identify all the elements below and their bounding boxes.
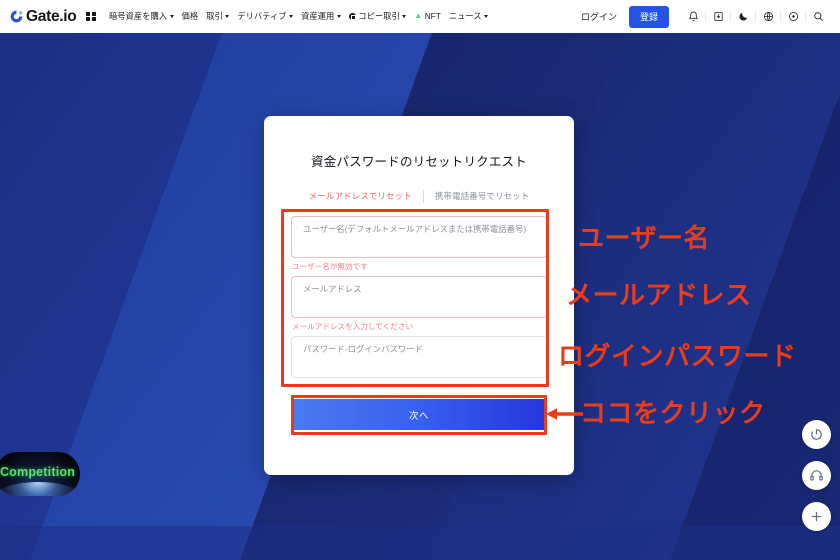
navbar-icon-group: [681, 6, 830, 28]
gate-logo-text: Gate.io: [26, 7, 77, 25]
annotation-label-password: ログインパスワード: [558, 341, 797, 371]
chevron-down-icon: [402, 14, 407, 18]
refresh-power-icon-button[interactable]: [802, 420, 831, 449]
nav-item-label: デリバティブ: [237, 11, 287, 22]
tab-reset-by-email[interactable]: メールアドレスでリセット: [298, 191, 423, 201]
annotation-label-username: ユーザー名: [578, 223, 710, 253]
reset-method-tabs: メールアドレスでリセット 携帯電話番号でリセット: [264, 190, 574, 203]
badge-glow: [0, 482, 80, 496]
download-app-icon[interactable]: [706, 6, 730, 28]
competition-badge[interactable]: Competition: [0, 452, 80, 496]
nav-item-label: 価格: [181, 11, 199, 22]
nav-item-price[interactable]: 価格: [178, 11, 203, 22]
chevron-down-icon: [169, 14, 174, 18]
username-input[interactable]: [291, 216, 547, 258]
modal-title: 資金パスワードのリセットリクエスト: [311, 155, 527, 169]
grid-apps-icon[interactable]: [86, 11, 96, 22]
gate-circle-logo-icon: [9, 9, 24, 24]
headset-support-icon-button[interactable]: [802, 461, 831, 490]
help-circle-icon[interactable]: [781, 6, 805, 28]
tab-reset-by-phone[interactable]: 携帯電話番号でリセット: [424, 191, 541, 201]
nav-item-asset-management[interactable]: 資産運用: [297, 11, 345, 22]
nav-item-label: コピー取引: [358, 11, 400, 22]
dark-mode-moon-icon[interactable]: [731, 6, 755, 28]
copy-trading-icon: [348, 12, 356, 21]
flame-icon: ▲: [414, 11, 423, 21]
username-error-message: ユーザー名が無効です: [292, 262, 368, 271]
nav-item-label: 取引: [206, 11, 223, 22]
login-password-input[interactable]: [291, 336, 547, 379]
email-input[interactable]: [291, 276, 547, 319]
annotation-label-click-here: ココをクリック: [580, 398, 766, 428]
chevron-down-icon: [225, 14, 230, 18]
gate-logo[interactable]: Gate.io: [9, 7, 77, 25]
email-error-message: メールアドレスを入力してください: [292, 322, 414, 332]
nav-item-news[interactable]: ニュース: [445, 11, 492, 22]
navbar-right: ログイン 登録: [581, 5, 830, 28]
nav-item-trade[interactable]: 取引: [202, 11, 233, 22]
nav-item-label: 暗号資産を購入: [108, 11, 168, 22]
language-globe-icon[interactable]: [756, 6, 780, 28]
chevron-down-icon: [336, 14, 341, 18]
nav-item-buy-crypto[interactable]: 暗号資産を購入: [105, 11, 178, 22]
nav-item-label: NFT: [424, 11, 441, 22]
reset-form: ユーザー名が無効です メールアドレスを入力してください 次へ: [291, 203, 547, 431]
nav-item-label: 資産運用: [301, 11, 335, 22]
annotation-label-email: メールアドレス: [566, 280, 752, 310]
nav-item-derivatives[interactable]: デリバティブ: [233, 11, 297, 22]
login-link[interactable]: ログイン: [581, 10, 617, 23]
left-arrow-annotation-icon: [546, 408, 583, 420]
nav-item-label: ニュース: [448, 11, 482, 22]
nav-item-nft[interactable]: ▲ NFT: [410, 11, 445, 22]
reset-password-modal: 資金パスワードのリセットリクエスト メールアドレスでリセット 携帯電話番号でリセ…: [264, 116, 574, 475]
background-bottom-strip: [0, 526, 840, 560]
nav-item-copy-trading[interactable]: コピー取引: [345, 11, 411, 22]
top-navbar: Gate.io 暗号資産を購入 価格 取引 デリバティブ 資産運用 コピー取引 …: [0, 0, 840, 33]
chevron-down-icon: [484, 14, 489, 18]
register-button[interactable]: 登録: [628, 5, 669, 28]
search-icon[interactable]: [806, 6, 830, 28]
page-root: Gate.io 暗号資産を購入 価格 取引 デリバティブ 資産運用 コピー取引 …: [0, 0, 840, 560]
competition-badge-label: Competition: [0, 465, 76, 479]
plus-icon-button[interactable]: [802, 502, 831, 531]
bell-icon[interactable]: [681, 6, 705, 28]
next-button[interactable]: 次へ: [291, 399, 547, 431]
chevron-down-icon: [289, 14, 294, 18]
nav-menu: 暗号資産を購入 価格 取引 デリバティブ 資産運用 コピー取引 ▲ NFT ニュ…: [105, 11, 581, 22]
